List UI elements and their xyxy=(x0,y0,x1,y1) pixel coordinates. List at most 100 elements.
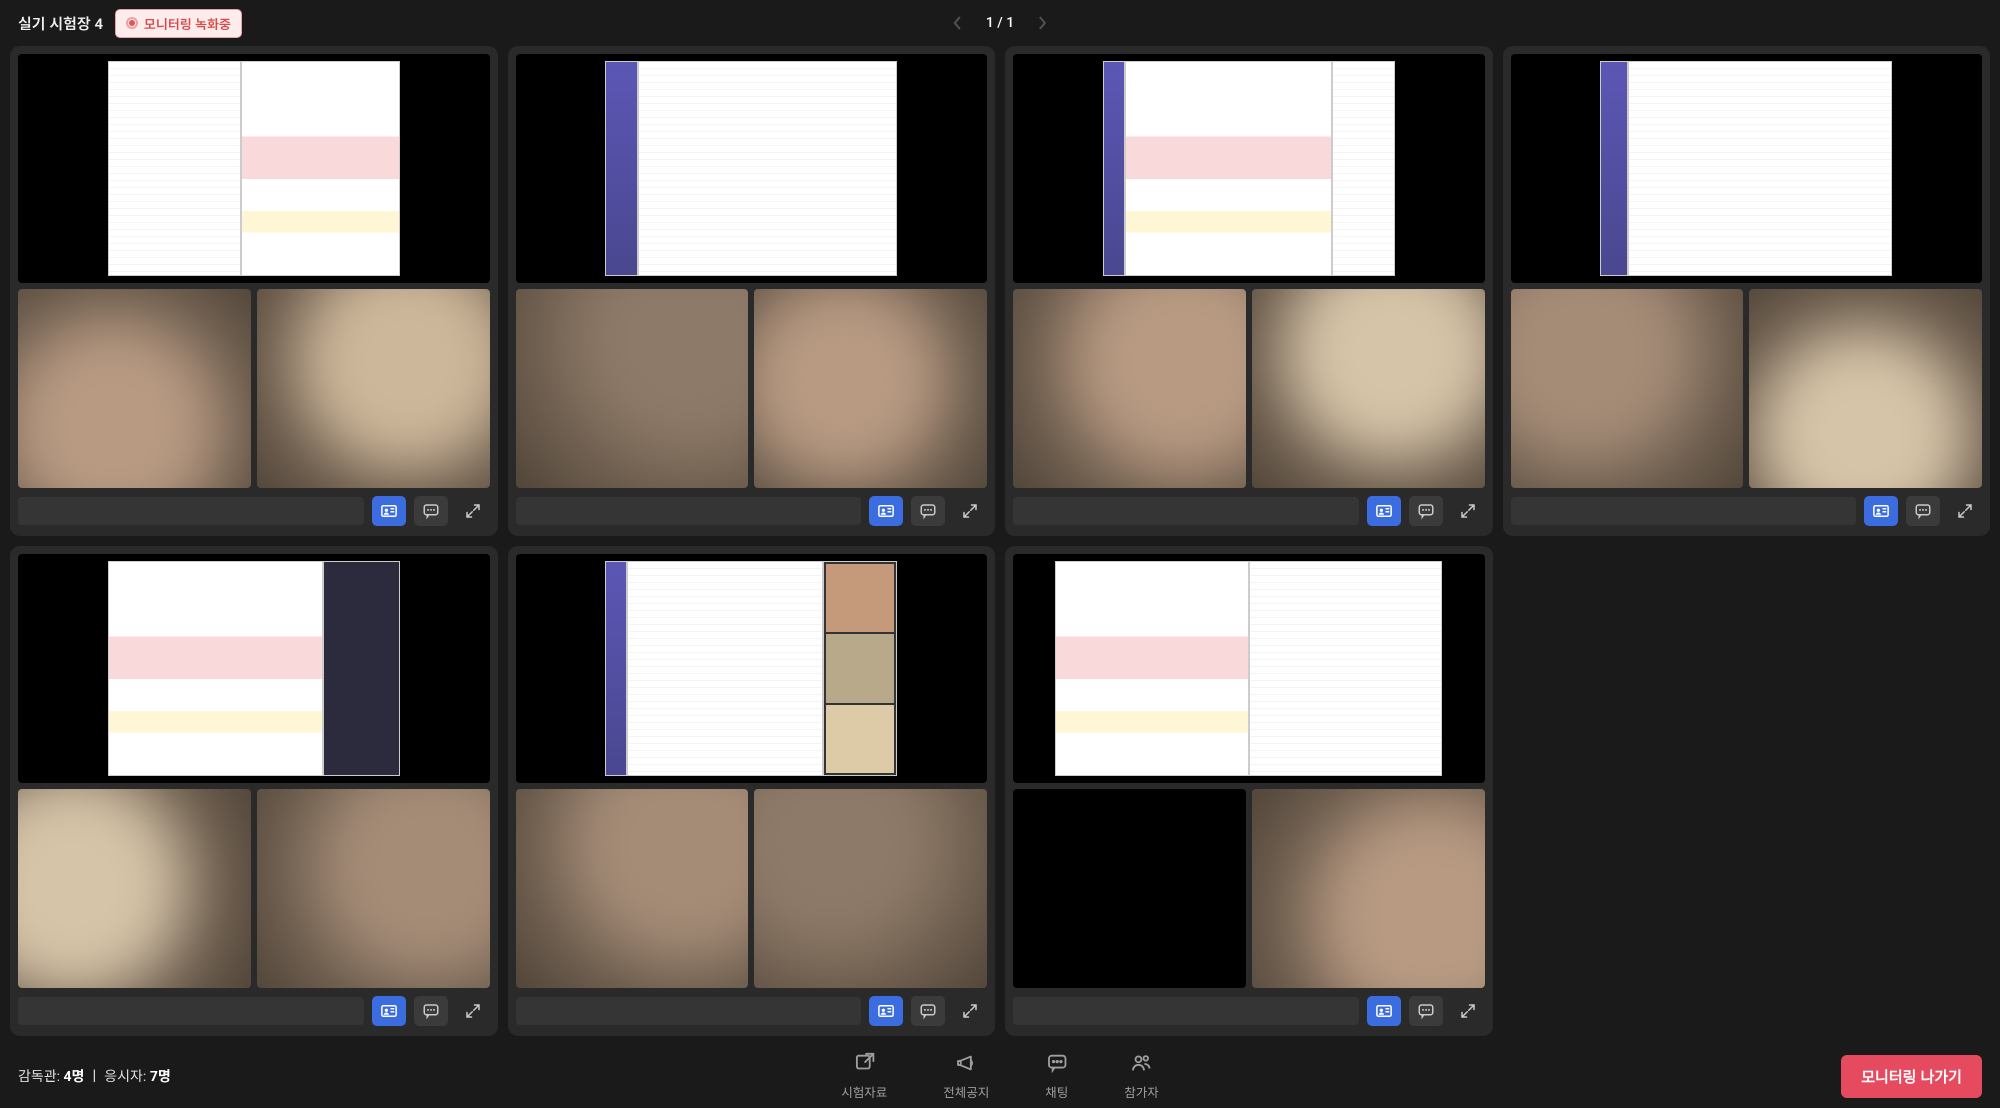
tool-label: 전체공지 xyxy=(943,1082,989,1101)
id-card-button[interactable] xyxy=(372,996,406,1026)
expand-button[interactable] xyxy=(456,496,490,526)
chat-button[interactable] xyxy=(1409,996,1443,1026)
id-card-button[interactable] xyxy=(1367,996,1401,1026)
webcam-feed xyxy=(18,789,251,988)
webcam-feed xyxy=(1252,789,1485,988)
chat-button[interactable] xyxy=(911,996,945,1026)
webcam-feed xyxy=(1749,289,1982,488)
participant-card xyxy=(10,46,498,536)
exit-monitoring-button[interactable]: 모니터링 나가기 xyxy=(1841,1055,1982,1098)
room-title: 실기 시험장 4 xyxy=(18,13,103,34)
tool-materials[interactable]: 시험자료 xyxy=(841,1052,887,1101)
participants-grid-wrap xyxy=(0,46,2000,1044)
webcam-feed xyxy=(257,289,490,488)
page-current: 1 xyxy=(986,15,994,31)
megaphone-icon xyxy=(955,1052,977,1078)
webcam-feed xyxy=(257,789,490,988)
expand-button[interactable] xyxy=(1451,496,1485,526)
page-indicator: 1 / 1 xyxy=(986,15,1014,31)
participant-name-strip xyxy=(1013,997,1359,1025)
participant-name-strip xyxy=(1013,497,1359,525)
supervisor-label: 감독관: xyxy=(18,1069,60,1085)
webcam-feed xyxy=(516,789,749,988)
record-icon xyxy=(126,17,138,29)
participant-card xyxy=(1005,546,1493,1036)
screen-share-feed[interactable] xyxy=(516,554,988,783)
screen-share-feed[interactable] xyxy=(1013,554,1485,783)
recording-badge: 모니터링 녹화중 xyxy=(115,9,242,38)
webcam-feed xyxy=(18,289,251,488)
expand-button[interactable] xyxy=(1451,996,1485,1026)
participant-card xyxy=(10,546,498,1036)
card-footer xyxy=(18,494,490,528)
page-prev-button[interactable] xyxy=(948,13,968,33)
external-link-icon xyxy=(853,1052,875,1078)
webcam-feed xyxy=(516,289,749,488)
participant-card xyxy=(1503,46,1991,536)
status-divider: ㅣ xyxy=(88,1069,101,1085)
examinee-count: 7명 xyxy=(150,1069,171,1085)
tool-participants[interactable]: 참가자 xyxy=(1124,1052,1159,1101)
card-footer xyxy=(1013,494,1485,528)
card-footer xyxy=(516,494,988,528)
tool-label: 채팅 xyxy=(1045,1082,1068,1101)
chat-icon xyxy=(1046,1052,1068,1078)
webcam-row xyxy=(1013,789,1485,988)
id-card-button[interactable] xyxy=(372,496,406,526)
examinee-label: 응시자: xyxy=(104,1069,146,1085)
participant-card xyxy=(508,546,996,1036)
expand-button[interactable] xyxy=(1948,496,1982,526)
card-footer xyxy=(1511,494,1983,528)
tool-chat[interactable]: 채팅 xyxy=(1045,1052,1068,1101)
screen-share-feed[interactable] xyxy=(18,554,490,783)
page-total: 1 xyxy=(1006,15,1014,31)
chat-button[interactable] xyxy=(911,496,945,526)
card-footer xyxy=(516,994,988,1028)
card-footer xyxy=(18,994,490,1028)
chat-button[interactable] xyxy=(414,996,448,1026)
webcam-feed xyxy=(1013,789,1246,988)
chat-button[interactable] xyxy=(414,496,448,526)
expand-button[interactable] xyxy=(456,996,490,1026)
supervisor-count: 4명 xyxy=(64,1069,85,1085)
participant-name-strip xyxy=(1511,497,1857,525)
webcam-row xyxy=(18,289,490,488)
webcam-feed xyxy=(754,289,987,488)
expand-button[interactable] xyxy=(953,496,987,526)
id-card-button[interactable] xyxy=(869,496,903,526)
webcam-row xyxy=(1013,289,1485,488)
screen-share-feed[interactable] xyxy=(18,54,490,283)
screen-share-feed[interactable] xyxy=(1511,54,1983,283)
webcam-feed xyxy=(754,789,987,988)
participant-card xyxy=(508,46,996,536)
bottom-tools: 시험자료 전체공지 채팅 참가자 xyxy=(841,1052,1159,1101)
top-bar: 실기 시험장 4 모니터링 녹화중 1 / 1 xyxy=(0,0,2000,46)
tool-label: 참가자 xyxy=(1124,1082,1159,1101)
recording-label: 모니터링 녹화중 xyxy=(144,14,231,33)
id-card-button[interactable] xyxy=(869,996,903,1026)
screen-share-feed[interactable] xyxy=(1013,54,1485,283)
webcam-feed xyxy=(1252,289,1485,488)
participant-name-strip xyxy=(18,997,364,1025)
participants-grid xyxy=(10,46,1990,1036)
tool-label: 시험자료 xyxy=(841,1082,887,1101)
pager: 1 / 1 xyxy=(948,13,1052,33)
webcam-row xyxy=(1511,289,1983,488)
chat-button[interactable] xyxy=(1409,496,1443,526)
screen-share-feed[interactable] xyxy=(516,54,988,283)
participant-name-strip xyxy=(516,497,862,525)
webcam-feed xyxy=(1511,289,1744,488)
bottom-bar: 감독관: 4명 ㅣ 응시자: 7명 시험자료 전체공지 채팅 참가자 모니터링 … xyxy=(0,1044,2000,1108)
participant-card xyxy=(1005,46,1493,536)
webcam-row xyxy=(18,789,490,988)
people-icon xyxy=(1131,1052,1153,1078)
participant-name-strip xyxy=(18,497,364,525)
webcam-row xyxy=(516,289,988,488)
chat-button[interactable] xyxy=(1906,496,1940,526)
tool-announce[interactable]: 전체공지 xyxy=(943,1052,989,1101)
participant-name-strip xyxy=(516,997,862,1025)
page-next-button[interactable] xyxy=(1032,13,1052,33)
expand-button[interactable] xyxy=(953,996,987,1026)
id-card-button[interactable] xyxy=(1367,496,1401,526)
id-card-button[interactable] xyxy=(1864,496,1898,526)
